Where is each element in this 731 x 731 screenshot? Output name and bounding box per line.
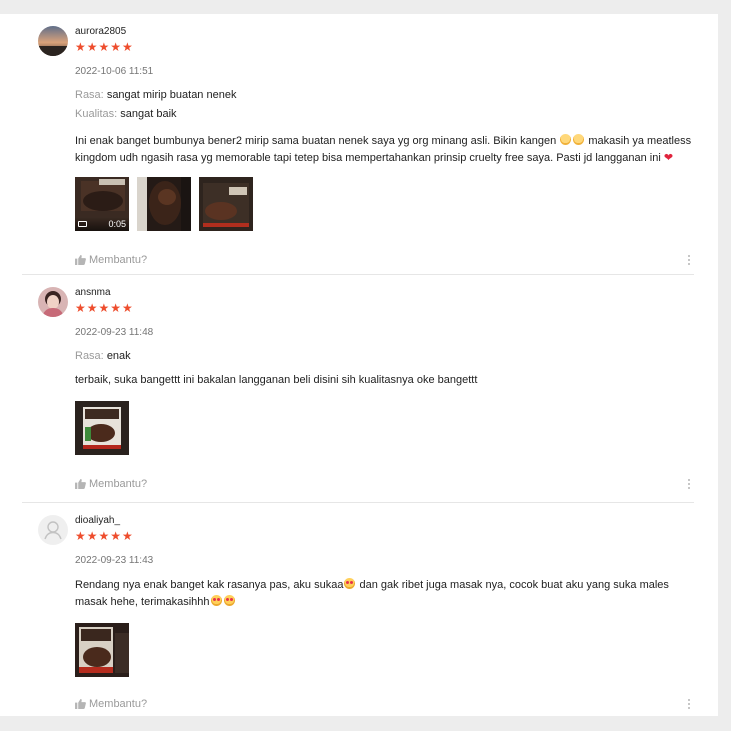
reviewer-name[interactable]: aurora2805 <box>75 26 694 38</box>
reviews-panel: aurora2805 ★★★★★ 2022-10-06 11:51 Rasa: … <box>0 14 718 716</box>
helpful-label: Membantu? <box>89 698 148 710</box>
review-media <box>75 623 694 677</box>
review-attribute: Rasa: enak <box>75 349 694 363</box>
rating-stars: ★★★★★ <box>75 301 134 315</box>
thumb-up-icon <box>75 255 86 265</box>
heart-emoji: ❤ <box>663 152 674 164</box>
review-text: terbaik, suka bangettt ini bakalan langg… <box>75 374 478 386</box>
cry-emoji <box>573 134 585 145</box>
helpful-button[interactable]: Membantu? <box>75 478 147 490</box>
helpful-label: Membantu? <box>89 478 148 490</box>
review-text-part: Ini enak banget bumbunya bener2 mirip sa… <box>75 135 560 147</box>
review-footer: Membantu? <box>75 697 694 711</box>
default-avatar-icon[interactable] <box>38 515 68 545</box>
review-attribute: Kualitas: sangat baik <box>75 107 694 121</box>
reviewer-name[interactable]: dioaliyah_ <box>75 515 694 527</box>
helpful-button[interactable]: Membantu? <box>75 698 147 710</box>
review-text: Rendang nya enak banget kak rasanya pas,… <box>75 577 699 611</box>
helpful-button[interactable]: Membantu? <box>75 254 147 266</box>
cry-emoji <box>560 134 572 145</box>
review-text: Ini enak banget bumbunya bener2 mirip sa… <box>75 133 699 167</box>
attribute-key: Rasa: <box>75 350 104 362</box>
attribute-value: sangat mirip buatan nenek <box>106 89 237 101</box>
helpful-label: Membantu? <box>89 254 148 266</box>
thumb-up-icon <box>75 479 86 489</box>
review-item: aurora2805 ★★★★★ 2022-10-06 11:51 Rasa: … <box>22 14 694 275</box>
rating-stars: ★★★★★ <box>75 40 134 54</box>
heart-eyes-emoji <box>210 595 222 606</box>
review-media: 0:05 <box>75 177 694 231</box>
review-timestamp: 2022-09-23 11:43 <box>75 555 154 566</box>
more-vertical-icon[interactable] <box>684 477 694 491</box>
review-video-thumbnail[interactable]: 0:05 <box>75 177 129 231</box>
heart-eyes-emoji <box>344 578 356 589</box>
rating-stars: ★★★★★ <box>75 529 134 543</box>
thumb-up-icon <box>75 699 86 709</box>
video-duration: 0:05 <box>108 219 126 229</box>
attribute-value: enak <box>106 350 131 362</box>
attribute-key: Kualitas: <box>75 108 118 120</box>
review-timestamp: 2022-09-23 11:48 <box>75 327 154 338</box>
review-item: ansnma ★★★★★ 2022-09-23 11:48 Rasa: enak… <box>22 275 694 503</box>
review-media <box>75 401 694 455</box>
reviewer-name[interactable]: ansnma <box>75 287 694 299</box>
review-timestamp: 2022-10-06 11:51 <box>75 66 154 77</box>
more-vertical-icon[interactable] <box>684 253 694 267</box>
review-photo-thumbnail[interactable] <box>75 623 129 677</box>
review-photo-thumbnail[interactable] <box>75 401 129 455</box>
attribute-key: Rasa: <box>75 89 104 101</box>
avatar[interactable] <box>38 287 68 317</box>
review-photo-thumbnail[interactable] <box>199 177 253 231</box>
review-footer: Membantu? <box>75 253 694 267</box>
review-text-part: Rendang nya enak banget kak rasanya pas,… <box>75 579 344 591</box>
video-overlay: 0:05 <box>75 217 129 231</box>
review-photo-thumbnail[interactable] <box>137 177 191 231</box>
review-item: dioaliyah_ ★★★★★ 2022-09-23 11:43 Rendan… <box>22 503 694 716</box>
more-vertical-icon[interactable] <box>684 697 694 711</box>
review-attribute: Rasa: sangat mirip buatan nenek <box>75 88 694 102</box>
attribute-value: sangat baik <box>120 108 177 120</box>
review-footer: Membantu? <box>75 477 694 491</box>
video-camera-icon <box>78 221 87 227</box>
heart-eyes-emoji <box>223 595 235 606</box>
avatar[interactable] <box>38 26 68 56</box>
